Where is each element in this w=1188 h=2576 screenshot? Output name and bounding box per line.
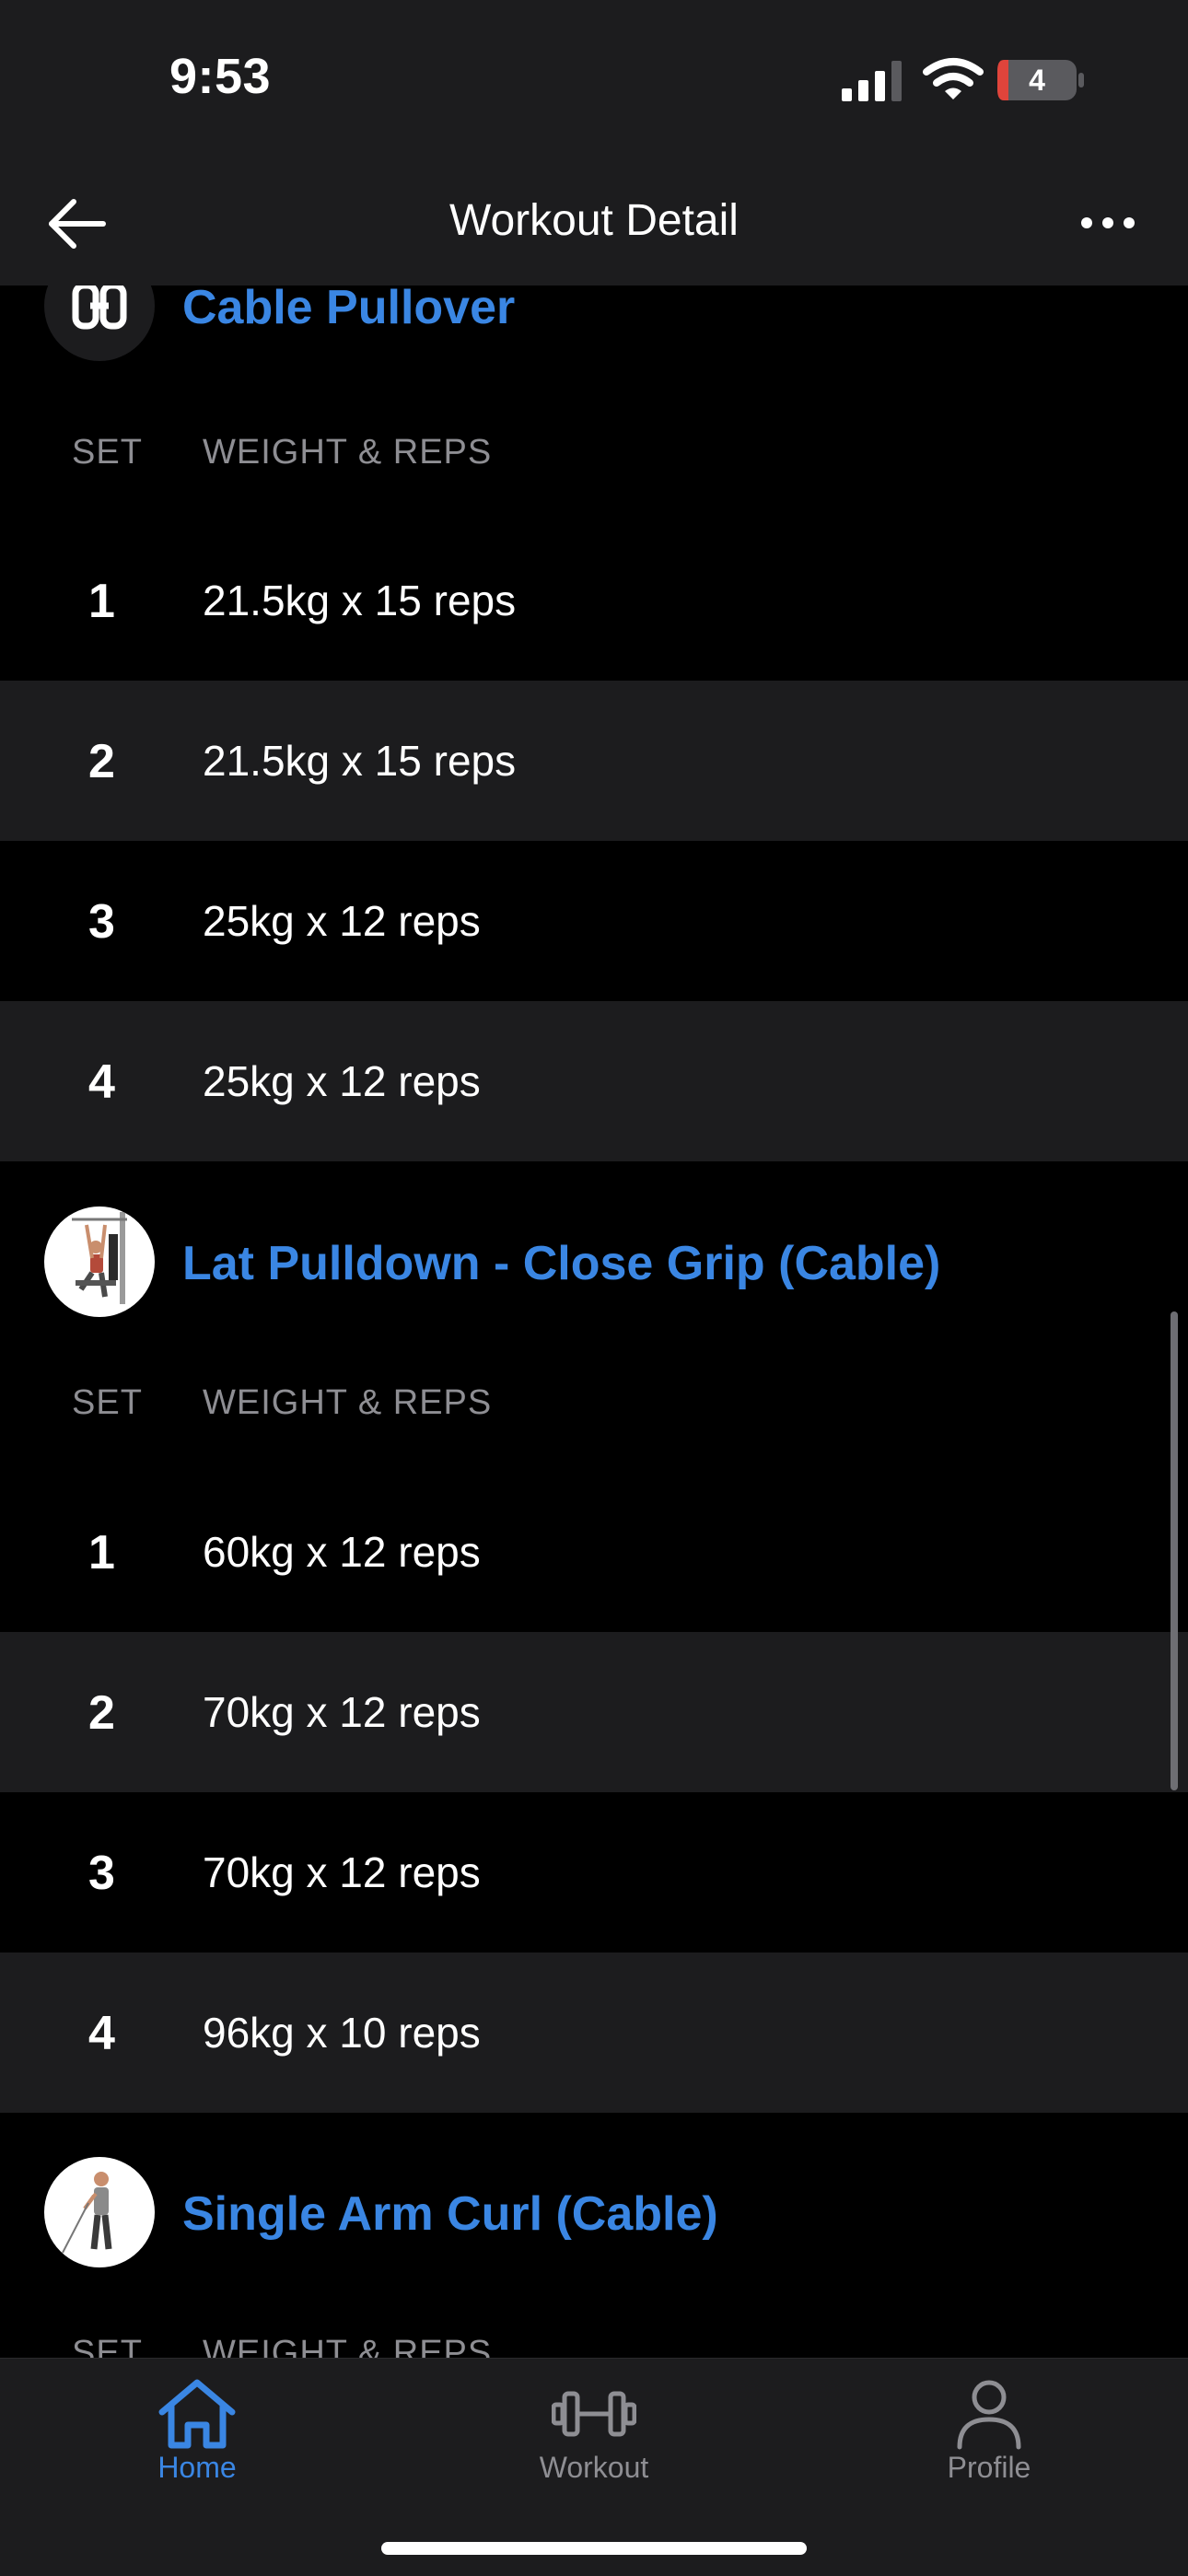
- home-indicator[interactable]: [381, 2542, 807, 2555]
- workout-detail-scroll[interactable]: Cable Pullover SET WEIGHT & REPS 1 21.5k…: [0, 0, 1188, 2358]
- set-number: 2: [88, 1686, 115, 1740]
- column-weight-reps-label: WEIGHT & REPS: [203, 2334, 493, 2358]
- status-time: 9:53: [169, 49, 272, 104]
- set-number: 2: [88, 735, 115, 788]
- set-row: 2 21.5kg x 15 reps: [0, 681, 1188, 841]
- column-set-label: SET: [72, 433, 143, 472]
- column-set-label: SET: [72, 1383, 143, 1422]
- set-number: 4: [88, 1055, 115, 1109]
- scrollbar[interactable]: [1171, 1311, 1178, 1790]
- set-number: 1: [88, 575, 115, 628]
- exercise-name[interactable]: Lat Pulldown - Close Grip (Cable): [182, 1236, 940, 1291]
- tab-workout[interactable]: Workout: [474, 2359, 714, 2506]
- person-icon: [957, 2380, 1021, 2450]
- set-row: 2 70kg x 12 reps: [0, 1632, 1188, 1792]
- dumbbell-icon: [552, 2391, 636, 2437]
- top-bar: 9:53 4 Workout Detail: [0, 0, 1188, 286]
- set-weight-reps: 21.5kg x 15 reps: [203, 577, 517, 624]
- home-icon: [158, 2379, 236, 2449]
- set-row: 4 25kg x 12 reps: [0, 1001, 1188, 1161]
- battery-level: 4: [1029, 64, 1045, 97]
- set-weight-reps: 21.5kg x 15 reps: [203, 737, 517, 785]
- set-weight-reps: 25kg x 12 reps: [203, 1057, 481, 1105]
- set-number: 4: [88, 2007, 115, 2060]
- set-row: 3 25kg x 12 reps: [0, 841, 1188, 1001]
- column-set-label: SET: [72, 2334, 143, 2358]
- lat-pulldown-figure-icon: [44, 1206, 155, 1317]
- wifi-icon: [923, 58, 984, 99]
- page-title: Workout Detail: [449, 196, 739, 245]
- set-row: 1 60kg x 12 reps: [0, 1472, 1188, 1632]
- single-arm-curl-figure-icon: [44, 2157, 155, 2267]
- set-weight-reps: 96kg x 10 reps: [203, 2009, 481, 2057]
- set-number: 3: [88, 895, 115, 949]
- tab-profile[interactable]: Profile: [869, 2359, 1109, 2506]
- ellipsis-icon[interactable]: [1077, 204, 1138, 241]
- tab-home[interactable]: Home: [77, 2359, 317, 2506]
- exercise-name[interactable]: Cable Pullover: [182, 280, 515, 335]
- set-row: 3 70kg x 12 reps: [0, 1792, 1188, 1952]
- column-weight-reps-label: WEIGHT & REPS: [203, 1383, 493, 1422]
- exercise-name[interactable]: Single Arm Curl (Cable): [182, 2186, 718, 2242]
- set-weight-reps: 60kg x 12 reps: [203, 1528, 481, 1576]
- set-weight-reps: 70kg x 12 reps: [203, 1848, 481, 1896]
- column-header: SET WEIGHT & REPS: [0, 1383, 1188, 1439]
- exercise-header-single-arm-curl[interactable]: Single Arm Curl (Cable): [0, 2157, 1188, 2277]
- column-header: SET WEIGHT & REPS: [0, 433, 1188, 488]
- set-number: 1: [88, 1526, 115, 1579]
- tab-workout-label: Workout: [539, 2451, 649, 2484]
- tab-home-label: Home: [157, 2451, 237, 2484]
- tab-profile-label: Profile: [947, 2451, 1031, 2484]
- battery-icon: 4: [997, 60, 1084, 100]
- set-row: 1 21.5kg x 15 reps: [0, 520, 1188, 681]
- set-weight-reps: 25kg x 12 reps: [203, 897, 481, 945]
- exercise-header-lat-pulldown[interactable]: Lat Pulldown - Close Grip (Cable): [0, 1206, 1188, 1326]
- set-number: 3: [88, 1847, 115, 1900]
- column-header: SET WEIGHT & REPS: [0, 2334, 1188, 2358]
- set-row: 4 96kg x 10 reps: [0, 1952, 1188, 2113]
- column-weight-reps-label: WEIGHT & REPS: [203, 433, 493, 472]
- cellular-signal-icon: [842, 61, 902, 101]
- set-weight-reps: 70kg x 12 reps: [203, 1688, 481, 1736]
